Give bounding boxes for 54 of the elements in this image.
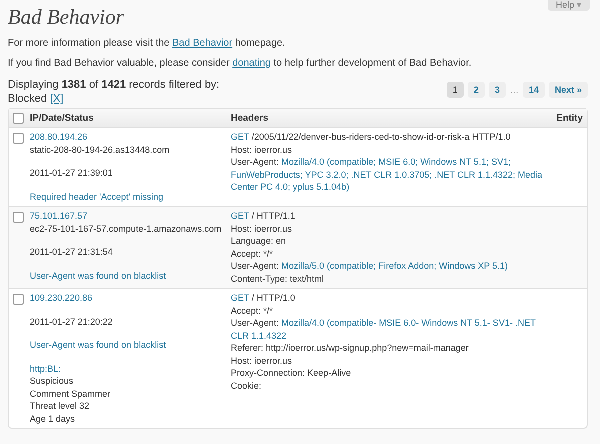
record-link[interactable]: 208.80.194.26 bbox=[30, 132, 88, 142]
column-header: Entity bbox=[556, 112, 583, 124]
row-checkbox[interactable] bbox=[13, 212, 24, 223]
text-link[interactable]: Bad Behavior bbox=[172, 38, 233, 49]
header-line: User-Agent: Mozilla/4.0 (compatible- MSIE 6.0- Windows NT 5.1- SV1- .NET CLR 1.1.4322 bbox=[231, 317, 537, 342]
header-line: Accept: */* bbox=[231, 304, 274, 317]
record-link[interactable]: User-Agent was found on blacklist bbox=[30, 270, 166, 280]
record-detail: Suspicious bbox=[30, 376, 74, 386]
records-summary: Displaying 1381 of 1421 records filtered by: bbox=[8, 78, 220, 92]
record-detail: Threat level 32 bbox=[30, 401, 90, 411]
intro-text: For more information please visit the Bad Behavior homepage. bbox=[8, 38, 286, 50]
record-link[interactable]: Required header 'Accept' missing bbox=[30, 192, 164, 202]
record-link[interactable]: 109.230.220.86 bbox=[30, 293, 93, 303]
record-link[interactable]: 75.101.167.57 bbox=[30, 211, 88, 221]
record-link[interactable]: User-Agent was found on blacklist bbox=[30, 340, 166, 350]
help-button[interactable]: Help ▾ bbox=[548, 0, 590, 11]
header-line: Cookie: bbox=[231, 380, 263, 392]
header-line: Language: en bbox=[231, 235, 288, 248]
page-button[interactable]: 2 bbox=[468, 82, 485, 98]
header-line: GET /2005/11/22/denver-bus-riders-ced-to-show-id-or-risk-a HTTP/1.0 bbox=[231, 131, 512, 144]
record-detail: ec2-75-101-167-57.compute-1.amazonaws.com bbox=[30, 224, 222, 234]
header-line: Host: ioerror.us bbox=[231, 354, 294, 367]
header-line: GET / HTTP/1.1 bbox=[231, 210, 296, 222]
header-line: Referer: http://ioerror.us/wp-signup.php?new=mail-manager bbox=[231, 342, 470, 354]
header-line: Proxy-Connection: Keep-Alive bbox=[231, 367, 352, 380]
clear-filter-link[interactable]: [X] bbox=[50, 93, 64, 105]
header-line: User-Agent: Mozilla/4.0 (compatible; MSIE 6.0; Windows NT 5.1; SV1; FunWebProducts; YPC 3.2.0; .NET CLR 1.0.3705; .NET CLR 1.1.4322; Media Center PC 4.0; yplus 5.1.04b) bbox=[231, 156, 543, 194]
page-button[interactable]: 14 bbox=[522, 82, 545, 98]
filter-label: Blocked bbox=[8, 93, 48, 105]
page-button[interactable]: Next » bbox=[548, 82, 588, 98]
record-detail: 2011-01-27 21:39:01 bbox=[30, 168, 113, 178]
column-header: Headers bbox=[231, 112, 268, 124]
record-detail: 2011-01-27 21:20:22 bbox=[30, 316, 113, 326]
record-detail: 2011-01-27 21:31:54 bbox=[30, 247, 113, 257]
record-link[interactable]: http:BL: bbox=[30, 364, 62, 374]
record-detail: Age 1 days bbox=[30, 414, 76, 424]
page-button[interactable]: 1 bbox=[446, 82, 464, 98]
record-detail: static-208-80-194-26.as13448.com bbox=[30, 144, 170, 154]
row-checkbox[interactable] bbox=[13, 133, 24, 144]
header-line: Host: ioerror.us bbox=[231, 144, 294, 156]
row-checkbox[interactable] bbox=[13, 294, 24, 305]
column-header: IP/Date/Status bbox=[30, 112, 94, 124]
header-line: Content-Type: text/html bbox=[231, 272, 326, 285]
header-line: User-Agent: Mozilla/5.0 (compatible; Firefox Addon; Windows XP 5.1) bbox=[231, 260, 509, 272]
record-detail: Comment Spammer bbox=[30, 388, 111, 398]
pagination-ellipsis: … bbox=[510, 85, 519, 95]
select-all-checkbox[interactable] bbox=[13, 112, 24, 124]
header-line: GET / HTTP/1.0 bbox=[231, 292, 296, 304]
page-button[interactable]: 3 bbox=[488, 82, 506, 98]
text-link[interactable]: donating bbox=[232, 58, 271, 69]
page-title: Bad Behavior bbox=[8, 4, 124, 31]
header-line: Accept: */* bbox=[231, 248, 274, 260]
intro-text: If you find Bad Behavior valuable, please consider donating to help further development of Bad Behavior. bbox=[8, 58, 473, 70]
header-line: Host: ioerror.us bbox=[231, 222, 294, 235]
